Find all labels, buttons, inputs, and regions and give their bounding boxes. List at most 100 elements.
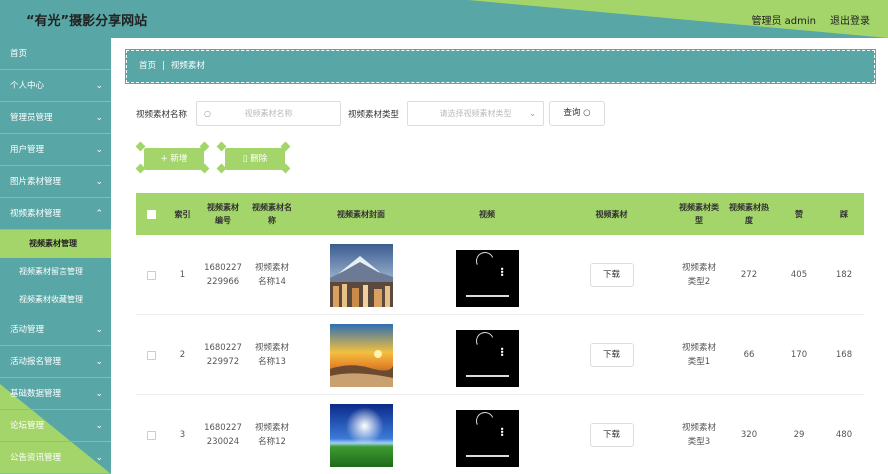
- download-button[interactable]: 下载: [589, 423, 634, 447]
- loading-icon: [472, 408, 497, 433]
- table-row: 2 1680227229972 视频素材名称13 • • • 下载 视频素材类型1 …: [136, 315, 864, 395]
- sidebar-item-label: 个人中心: [10, 81, 45, 91]
- chevron-down-icon: ⌄: [95, 357, 103, 367]
- row-index: 3: [179, 430, 186, 440]
- more-options-icon[interactable]: • • •: [500, 265, 505, 279]
- row-heat: 272: [740, 270, 758, 280]
- row-checkbox[interactable]: [146, 430, 156, 440]
- plus-icon: +: [160, 154, 171, 164]
- row-index: 1: [179, 270, 186, 280]
- sidebar-item-images[interactable]: 图片素材管理 ⌄: [0, 166, 111, 198]
- loading-icon: [472, 328, 497, 353]
- video-progress-bar[interactable]: [465, 454, 509, 457]
- sidebar-subitem-video-comments[interactable]: 视频素材留言管理: [0, 258, 111, 286]
- row-cover-cell: [297, 315, 425, 395]
- row-file-cell: 下载: [549, 395, 674, 474]
- header-decoration: [468, 0, 888, 38]
- name-search-placeholder: 视频素材名称: [244, 109, 293, 118]
- sidebar-item-base-data[interactable]: 基础数据管理 ⌄: [0, 378, 111, 410]
- video-progress-bar[interactable]: [465, 294, 509, 297]
- col-index: 索引: [174, 209, 191, 219]
- video-progress-bar[interactable]: [465, 374, 509, 377]
- row-number: 1680227230024: [204, 423, 242, 447]
- row-dislike: 480: [835, 430, 853, 440]
- sidebar-item-events[interactable]: 活动管理 ⌄: [0, 314, 111, 346]
- row-cover-cell: [297, 235, 425, 315]
- sidebar-item-news[interactable]: 公告资讯管理 ⌄: [0, 442, 111, 474]
- cover-image-field: [329, 403, 393, 467]
- col-name: 视频素材名称: [252, 203, 292, 225]
- sidebar-item-videos[interactable]: 视频素材管理 ⌃: [0, 198, 111, 230]
- chevron-down-icon: ⌄: [95, 453, 103, 463]
- row-cover-cell: [297, 395, 425, 474]
- chevron-down-icon: ⌄: [95, 177, 103, 187]
- breadcrumb-home[interactable]: 首页: [139, 61, 156, 71]
- chevron-down-icon: ⌄: [95, 113, 103, 123]
- download-button[interactable]: 下载: [589, 343, 634, 367]
- delete-button-label: 删除: [250, 154, 268, 164]
- row-dislike: 182: [835, 270, 853, 280]
- chevron-down-icon: ⌄: [95, 389, 103, 399]
- col-dislike: 踩: [840, 209, 848, 219]
- chevron-down-icon: ⌄: [95, 145, 103, 155]
- row-like: 405: [790, 270, 808, 280]
- top-header: “有光”摄影分享网站 管理员 admin 退出登录: [0, 0, 888, 38]
- more-options-icon[interactable]: • • •: [500, 345, 505, 359]
- select-all-cell: [136, 193, 166, 235]
- sidebar-item-label: 视频素材管理: [10, 209, 62, 219]
- chevron-down-icon: ⌄: [95, 421, 103, 431]
- col-number: 视频素材编号: [207, 203, 239, 225]
- logout-link[interactable]: 退出登录: [830, 12, 870, 27]
- sidebar-item-profile[interactable]: 个人中心 ⌄: [0, 70, 111, 102]
- chevron-down-icon: ⌄: [95, 325, 103, 335]
- more-options-icon[interactable]: • • •: [500, 425, 505, 439]
- row-type: 视频素材类型3: [681, 423, 716, 447]
- video-player[interactable]: • • •: [455, 403, 519, 467]
- type-select[interactable]: 请选择视频素材类型 ⌄: [407, 101, 544, 126]
- type-select-placeholder: 请选择视频素材类型: [439, 109, 512, 118]
- row-like: 170: [790, 350, 808, 360]
- site-title: “有光”摄影分享网站: [26, 14, 148, 29]
- download-button[interactable]: 下载: [589, 263, 634, 287]
- row-like: 29: [793, 430, 805, 440]
- sidebar-item-label: 用户管理: [10, 145, 45, 155]
- row-checkbox[interactable]: [146, 350, 156, 360]
- sidebar-item-label: 基础数据管理: [10, 389, 62, 399]
- query-button-label: 查询: [563, 108, 581, 118]
- table-row: 3 1680227230024 视频素材名称12 • • • 下载 视频素材类型3 …: [136, 395, 864, 474]
- breadcrumb-current: 视频素材: [170, 61, 205, 71]
- loading-icon: [472, 248, 497, 273]
- row-type: 视频素材类型2: [681, 263, 716, 287]
- sidebar-item-admins[interactable]: 管理员管理 ⌄: [0, 102, 111, 134]
- chevron-up-icon: ⌃: [95, 209, 103, 219]
- breadcrumb-separator: |: [162, 61, 165, 71]
- type-select-label: 视频素材类型: [348, 110, 400, 120]
- sidebar-item-label: 管理员管理: [10, 113, 53, 123]
- row-type: 视频素材类型1: [681, 343, 716, 367]
- sidebar-item-home[interactable]: 首页: [0, 38, 111, 70]
- sidebar-item-forum[interactable]: 论坛管理 ⌄: [0, 410, 111, 442]
- add-button[interactable]: + 新增: [144, 148, 204, 170]
- sidebar-item-users[interactable]: 用户管理 ⌄: [0, 134, 111, 166]
- sidebar-subitem-video-manage[interactable]: 视频素材管理: [0, 230, 111, 258]
- chevron-down-icon: ⌄: [95, 81, 103, 91]
- name-search-input[interactable]: ○ 视频素材名称: [196, 101, 341, 126]
- select-all-checkbox[interactable]: [146, 209, 156, 219]
- row-name: 视频素材名称14: [254, 263, 289, 287]
- sidebar-item-label: 活动报名管理: [10, 357, 62, 367]
- add-button-label: 新增: [170, 154, 188, 164]
- delete-button[interactable]: ▯ 删除: [225, 148, 285, 170]
- sidebar-item-event-signup[interactable]: 活动报名管理 ⌄: [0, 346, 111, 378]
- video-player[interactable]: • • •: [455, 323, 519, 387]
- row-video-cell: • • •: [425, 395, 549, 474]
- admin-user-label: 管理员 admin: [751, 16, 816, 27]
- row-video-cell: • • •: [425, 315, 549, 395]
- row-checkbox[interactable]: [146, 270, 156, 280]
- sidebar-item-label: 图片素材管理: [10, 177, 62, 187]
- query-button[interactable]: 查询 ○: [549, 101, 605, 126]
- col-type: 视频素材类型: [679, 203, 719, 225]
- search-icon: ○: [583, 108, 591, 118]
- video-player[interactable]: • • •: [455, 243, 519, 307]
- col-video: 视频: [479, 209, 495, 219]
- sidebar-subitem-video-favorites[interactable]: 视频素材收藏管理: [0, 286, 111, 314]
